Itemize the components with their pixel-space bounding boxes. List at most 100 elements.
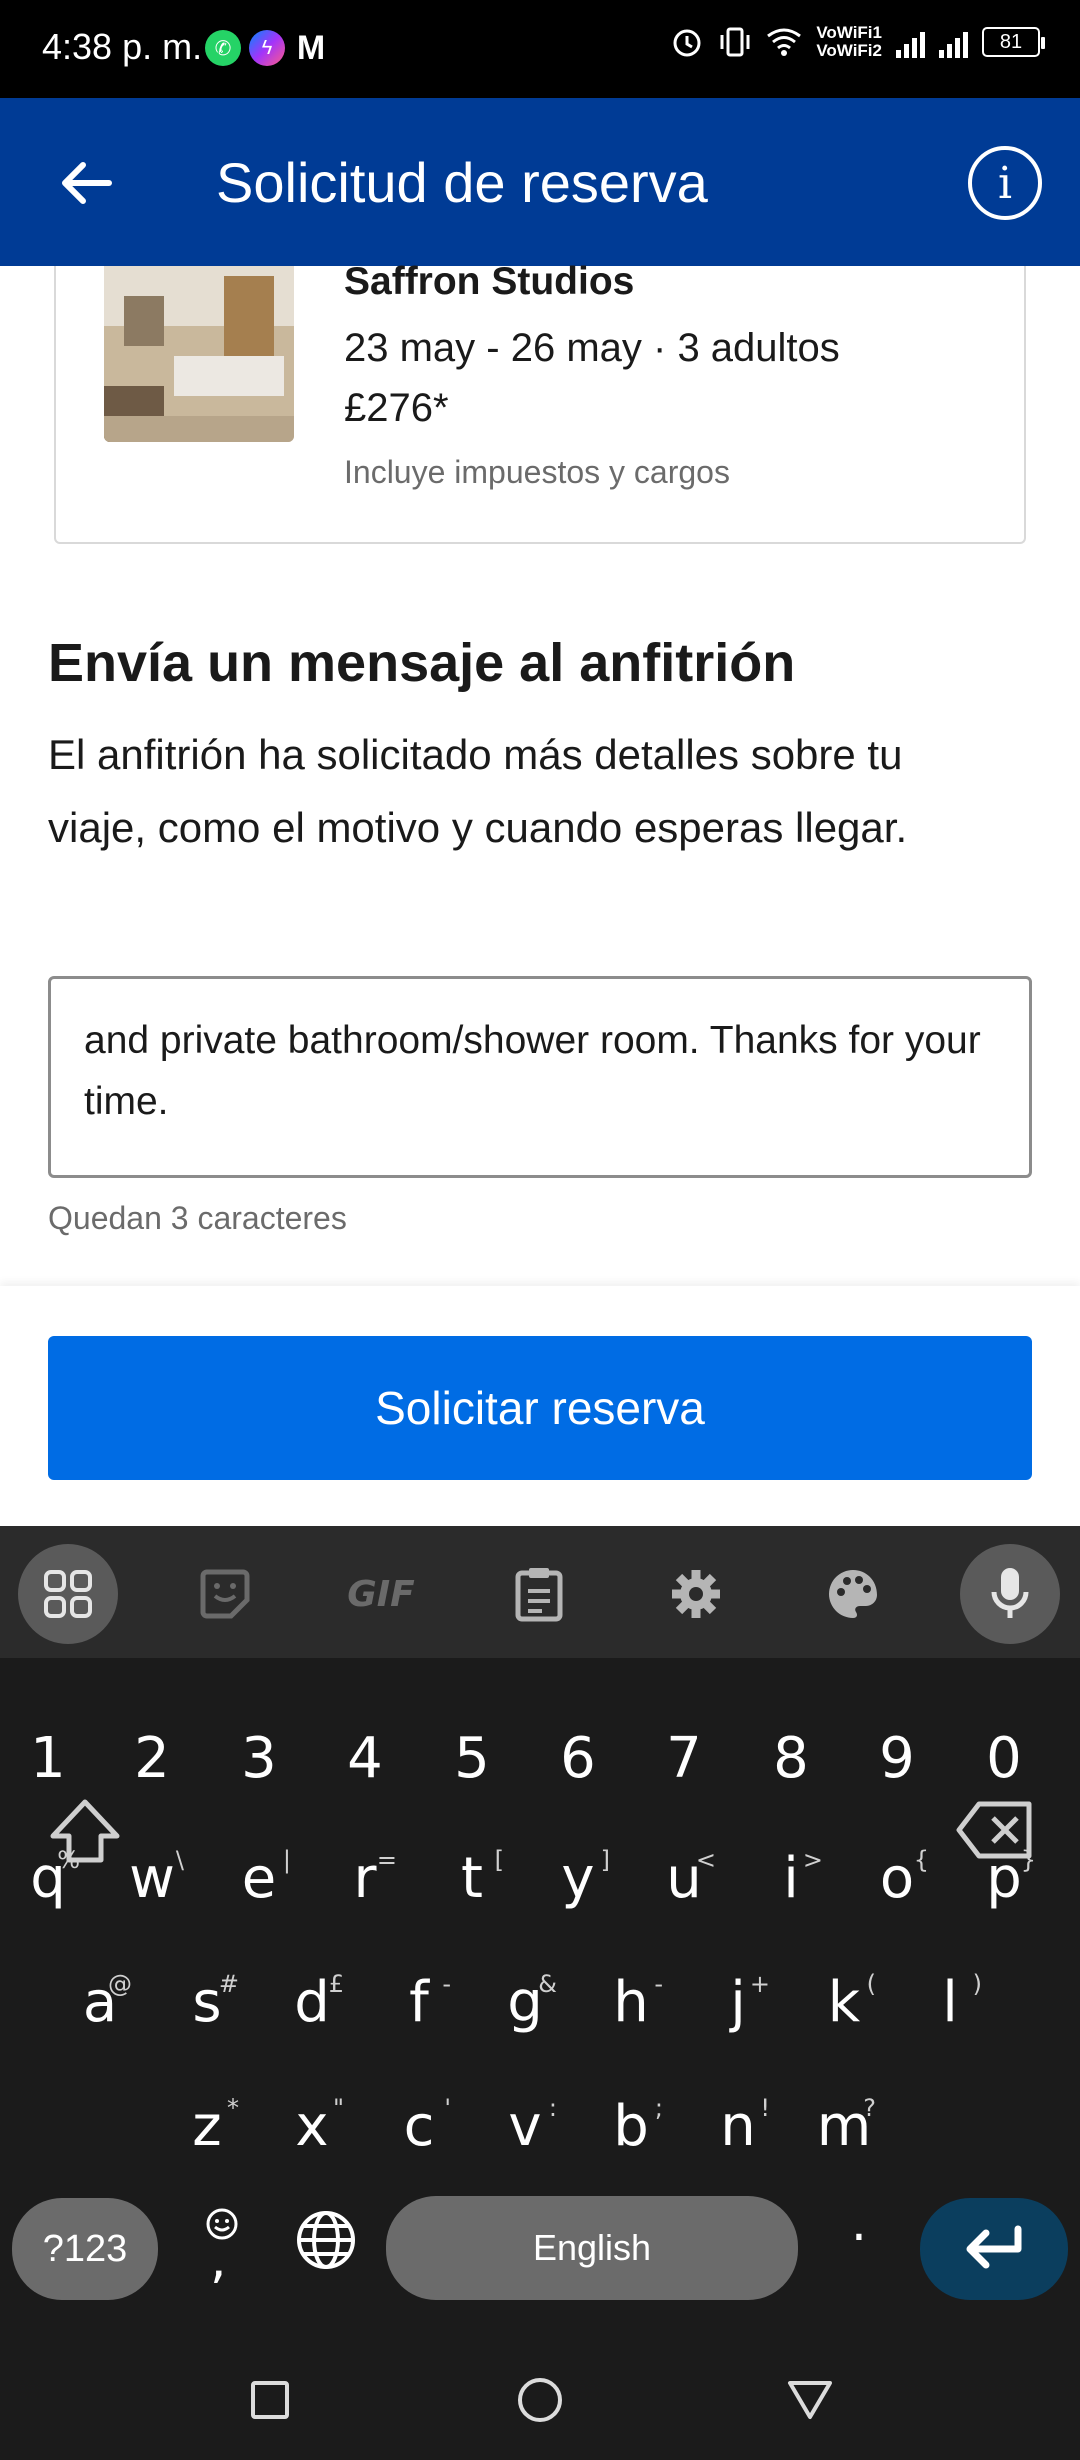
vowifi-indicator: VoWiFi1 VoWiFi2 bbox=[816, 24, 882, 60]
theme-button[interactable] bbox=[803, 1544, 903, 1644]
key-f[interactable]: f- bbox=[391, 1970, 451, 2060]
space-key[interactable]: English bbox=[386, 2196, 798, 2300]
shift-icon bbox=[50, 1799, 120, 1863]
enter-key[interactable] bbox=[920, 2198, 1068, 2300]
key-o-secondary-label: { bbox=[913, 1846, 929, 1874]
key-a-secondary-label: @ bbox=[108, 1970, 132, 1998]
key-y[interactable]: y] bbox=[550, 1846, 610, 1936]
number-key-4[interactable]: 4 bbox=[337, 1726, 393, 1816]
number-key-8-label: 8 bbox=[773, 1726, 809, 1791]
key-k-label: k bbox=[827, 1970, 861, 2035]
key-c[interactable]: c ' bbox=[391, 2094, 451, 2184]
key-l-label: l bbox=[942, 1970, 958, 2035]
number-key-5-label: 5 bbox=[454, 1726, 490, 1791]
key-l[interactable]: l) bbox=[922, 1970, 982, 2060]
request-booking-button[interactable]: Solicitar reserva bbox=[48, 1336, 1032, 1480]
gif-button[interactable]: GIF bbox=[331, 1544, 431, 1644]
gif-label: GIF bbox=[347, 1573, 415, 1615]
number-key-9[interactable]: 9 bbox=[869, 1726, 925, 1816]
key-r-label: r bbox=[353, 1846, 377, 1911]
key-d-label: d bbox=[294, 1970, 330, 2035]
settings-gear-icon bbox=[672, 1570, 720, 1618]
key-y-label: y bbox=[561, 1846, 595, 1911]
shift-key[interactable] bbox=[40, 1796, 130, 1886]
key-i[interactable]: i > bbox=[763, 1846, 823, 1936]
key-g[interactable]: g & bbox=[497, 1970, 557, 2060]
key-a[interactable]: a @ bbox=[72, 1970, 132, 2060]
key-h[interactable]: h- bbox=[603, 1970, 663, 2060]
number-key-8[interactable]: 8 bbox=[763, 1726, 819, 1816]
language-key[interactable] bbox=[286, 2208, 366, 2298]
number-key-7-label: 7 bbox=[666, 1726, 702, 1791]
booking-dates: 23 may - 26 may · 3 adultos bbox=[344, 326, 840, 370]
back-nav-button[interactable] bbox=[750, 2340, 870, 2460]
key-u-secondary-label: < bbox=[695, 1846, 716, 1874]
key-z[interactable]: z * bbox=[179, 2094, 239, 2184]
number-key-7[interactable]: 7 bbox=[656, 1726, 712, 1816]
number-key-3[interactable]: 3 bbox=[231, 1726, 287, 1816]
key-m-secondary-label: ? bbox=[863, 2094, 876, 2122]
key-t[interactable]: t[ bbox=[444, 1846, 504, 1936]
key-s-label: s bbox=[192, 1970, 222, 2035]
key-v-secondary-label: : bbox=[548, 2094, 557, 2122]
key-u[interactable]: u < bbox=[656, 1846, 716, 1936]
key-v[interactable]: v: bbox=[497, 2094, 557, 2184]
key-w[interactable]: w \ bbox=[124, 1846, 184, 1936]
number-key-1-label: 1 bbox=[30, 1726, 66, 1791]
clipboard-button[interactable] bbox=[489, 1544, 589, 1644]
number-key-6-label: 6 bbox=[560, 1726, 596, 1791]
key-n-label: n bbox=[720, 2094, 756, 2159]
number-key-5[interactable]: 5 bbox=[444, 1726, 500, 1816]
key-n[interactable]: n! bbox=[710, 2094, 770, 2184]
message-value: and private bathroom/shower room. Thanks… bbox=[84, 1019, 981, 1123]
recents-button[interactable] bbox=[210, 2340, 330, 2460]
number-key-6[interactable]: 6 bbox=[550, 1726, 606, 1816]
key-f-secondary-label: - bbox=[442, 1970, 451, 1998]
vowifi1-label: VoWiFi1 bbox=[816, 23, 882, 42]
message-text: and private bathroom/shower room. Thanks… bbox=[84, 979, 1004, 1132]
key-x[interactable]: x " bbox=[284, 2094, 344, 2184]
action-area: Solicitar reserva bbox=[0, 1286, 1080, 1526]
page-title: Solicitud de reserva bbox=[216, 151, 708, 214]
key-k[interactable]: k( bbox=[816, 1970, 876, 2060]
enter-icon bbox=[966, 2225, 1022, 2269]
taxes-note: Incluye impuestos y cargos bbox=[344, 454, 730, 490]
emoji-comma-key[interactable]: , bbox=[192, 2206, 252, 2296]
key-b[interactable]: b; bbox=[603, 2094, 663, 2184]
key-j[interactable]: j + bbox=[710, 1970, 770, 2060]
backspace-key[interactable] bbox=[950, 1798, 1040, 1888]
key-s[interactable]: s # bbox=[179, 1970, 239, 2060]
key-d[interactable]: d £ bbox=[284, 1970, 344, 2060]
home-button[interactable] bbox=[480, 2340, 600, 2460]
key-i-secondary-label: > bbox=[802, 1846, 823, 1874]
back-button[interactable] bbox=[50, 148, 120, 218]
microphone-icon bbox=[991, 1568, 1029, 1618]
battery-icon: 81 bbox=[982, 27, 1045, 57]
key-d-secondary-label: £ bbox=[328, 1970, 344, 1998]
key-o[interactable]: o{ bbox=[869, 1846, 929, 1936]
number-key-9-label: 9 bbox=[879, 1726, 915, 1791]
home-circle-icon bbox=[518, 2378, 562, 2422]
symbols-key[interactable]: ?123 bbox=[12, 2198, 158, 2300]
message-heading: Envía un mensaje al anfitrión bbox=[48, 633, 796, 693]
system-indicators: VoWiFi1 VoWiFi2 81 bbox=[670, 24, 1045, 60]
alarm-icon bbox=[673, 29, 701, 57]
key-m[interactable]: m? bbox=[816, 2094, 876, 2184]
key-c-secondary-label: ' bbox=[444, 2094, 451, 2122]
voice-input-button[interactable] bbox=[960, 1544, 1060, 1644]
message-input[interactable]: and private bathroom/shower room. Thanks… bbox=[48, 976, 1032, 1178]
status-bar: 4:38 p. m. ✆ ϟ M VoWiFi1 VoWiFi2 81 bbox=[0, 0, 1080, 98]
period-key[interactable]: . bbox=[836, 2194, 882, 2284]
key-e[interactable]: e | bbox=[231, 1846, 291, 1936]
palette-icon bbox=[829, 1570, 877, 1618]
number-key-2[interactable]: 2 bbox=[124, 1726, 180, 1816]
key-h-label: h bbox=[613, 1970, 649, 2035]
info-button[interactable]: i bbox=[968, 146, 1042, 220]
status-time: 4:38 p. m. bbox=[42, 26, 203, 67]
sticker-button[interactable] bbox=[175, 1544, 275, 1644]
settings-button[interactable] bbox=[646, 1544, 746, 1644]
property-name: Saffron Studios bbox=[344, 260, 635, 303]
key-r[interactable]: r = bbox=[337, 1846, 397, 1936]
property-thumbnail[interactable] bbox=[104, 266, 294, 442]
apps-grid-button[interactable] bbox=[18, 1544, 118, 1644]
